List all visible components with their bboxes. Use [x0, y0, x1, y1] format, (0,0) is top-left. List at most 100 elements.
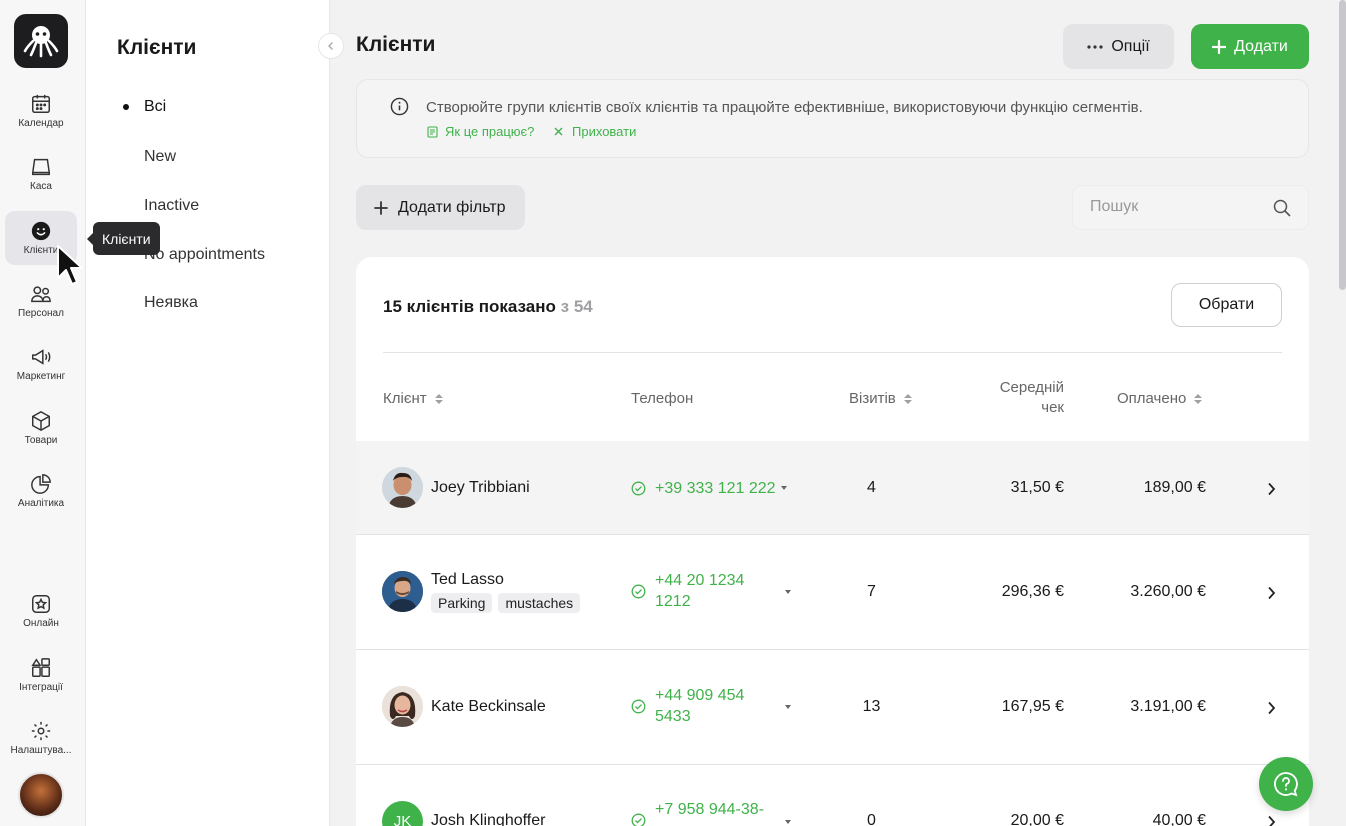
caret-down-icon[interactable]: [785, 705, 791, 709]
pie-chart-icon: [31, 474, 51, 494]
clients-count: 15 клієнтів показано з 54: [383, 297, 593, 317]
client-name[interactable]: Kate Beckinsale: [431, 698, 546, 716]
check-circle-icon: [631, 813, 646, 826]
options-label: Опції: [1111, 37, 1150, 55]
rail-item-products[interactable]: Товари: [5, 401, 77, 455]
client-phone[interactable]: +39 333 121 222: [655, 478, 776, 499]
options-button[interactable]: Опції: [1063, 24, 1174, 69]
table-row[interactable]: JK Josh Klinghoffer +7 958 944-38- 0 20,…: [356, 765, 1309, 826]
info-icon: [390, 97, 409, 116]
rail-item-analytics[interactable]: Аналітика: [5, 464, 77, 518]
main-nav-rail: Календар Каса Клієнти Персонал Маркетинг…: [0, 0, 86, 826]
add-filter-label: Додати фільтр: [398, 198, 506, 216]
count-label: 15 клієнтів показано: [383, 297, 556, 316]
paid-amount: 3.260,00 €: [1130, 583, 1206, 600]
visits-count: 0: [867, 812, 876, 826]
nav-tooltip: Клієнти: [87, 222, 160, 255]
integrations-icon: [31, 658, 50, 677]
segment-item-inactive[interactable]: Inactive: [144, 197, 199, 215]
megaphone-icon: [32, 349, 51, 365]
rail-item-marketing[interactable]: Маркетинг: [5, 337, 77, 391]
column-label: Візитів: [849, 390, 896, 407]
collapse-sidebar-button[interactable]: [318, 33, 344, 59]
column-header-paid[interactable]: Оплачено: [1117, 390, 1203, 407]
rail-item-cash[interactable]: Каса: [5, 147, 77, 201]
user-avatar[interactable]: [18, 772, 64, 818]
page-scrollbar[interactable]: [1339, 0, 1346, 290]
chevron-left-icon: [328, 42, 333, 50]
total-label: з 54: [560, 297, 593, 316]
segments-title: Клієнти: [117, 36, 197, 59]
chevron-right-icon[interactable]: [1263, 814, 1279, 826]
search-input[interactable]: [1090, 198, 1270, 216]
how-it-works-link[interactable]: Як це працює?: [427, 124, 534, 139]
rail-label: Маркетинг: [16, 371, 66, 382]
search-icon[interactable]: [1273, 199, 1291, 217]
rail-item-settings[interactable]: Налаштува...: [5, 711, 77, 765]
column-header-client[interactable]: Клієнт: [383, 390, 443, 407]
plus-icon: [374, 200, 388, 215]
gear-icon: [31, 721, 51, 741]
client-phone[interactable]: +7 958 944-38-: [655, 799, 764, 820]
paid-amount: 189,00 €: [1143, 479, 1206, 496]
more-dots-icon: [1087, 44, 1103, 49]
search-box: [1072, 185, 1309, 230]
paid-amount: 40,00 €: [1152, 812, 1206, 826]
select-button[interactable]: Обрати: [1171, 283, 1282, 327]
page-title: Клієнти: [356, 33, 436, 56]
avg-check: 31,50 €: [1010, 479, 1064, 496]
client-avatar: [382, 686, 423, 727]
selected-dot: [123, 104, 129, 110]
table-row[interactable]: Ted Lasso Parking mustaches +44 20 1234 1…: [356, 535, 1309, 649]
rail-label: Аналітика: [17, 498, 65, 509]
help-button[interactable]: [1259, 757, 1313, 811]
client-name[interactable]: Josh Klinghoffer: [431, 812, 545, 826]
caret-down-icon[interactable]: [781, 486, 787, 490]
avg-check: 296,36 €: [1001, 583, 1064, 600]
phone-line: 1212: [655, 593, 691, 610]
caret-down-icon[interactable]: [785, 820, 791, 824]
avatar-photo: [382, 571, 423, 612]
smile-icon: [31, 221, 51, 241]
calendar-icon: [32, 94, 50, 113]
client-tag: mustaches: [498, 593, 581, 613]
rail-item-online[interactable]: Онлайн: [5, 584, 77, 638]
chevron-right-icon[interactable]: [1263, 481, 1279, 497]
column-label: Клієнт: [383, 390, 427, 407]
avg-check: 167,95 €: [1001, 698, 1064, 715]
check-circle-icon: [631, 481, 646, 496]
column-label-line1: Середній: [999, 379, 1064, 396]
phone-line: +44 20 1234: [655, 572, 745, 589]
column-header-visits[interactable]: Візитів: [849, 390, 912, 407]
hide-banner-link[interactable]: Приховати: [554, 124, 636, 139]
phone-line: +44 909 454: [655, 687, 745, 704]
segment-item-all[interactable]: Всі: [144, 98, 166, 116]
document-icon: [427, 125, 438, 138]
segment-item-no-show[interactable]: Неявка: [144, 294, 198, 312]
table-row[interactable]: Kate Beckinsale +44 909 454 5433 13 167,…: [356, 650, 1309, 764]
client-phone[interactable]: +44 20 1234 1212: [655, 570, 744, 612]
add-button[interactable]: Додати: [1191, 24, 1309, 69]
staff-icon: [31, 286, 51, 303]
divider: [383, 352, 1282, 353]
rail-item-calendar[interactable]: Календар: [5, 84, 77, 138]
table-row[interactable]: Joey Tribbiani +39 333 121 222 4 31,50 €…: [356, 441, 1309, 534]
add-label: Додати: [1234, 37, 1288, 55]
segment-item-new[interactable]: New: [144, 148, 176, 166]
chevron-right-icon[interactable]: [1263, 585, 1279, 601]
visits-count: 13: [862, 698, 881, 715]
add-filter-button[interactable]: Додати фільтр: [356, 185, 525, 230]
online-star-icon: [32, 595, 50, 613]
avatar-photo: [382, 467, 423, 508]
caret-down-icon[interactable]: [785, 590, 791, 594]
chevron-right-icon[interactable]: [1263, 700, 1279, 716]
octopus-logo[interactable]: [14, 14, 68, 68]
rail-item-integrations[interactable]: Інтеграції: [5, 648, 77, 702]
clients-table-card: 15 клієнтів показано з 54 Обрати Клієнт …: [356, 257, 1309, 826]
segment-item-no-appointments[interactable]: No appointments: [144, 246, 265, 264]
client-name[interactable]: Joey Tribbiani: [431, 479, 530, 497]
client-name[interactable]: Ted Lasso: [431, 571, 504, 589]
sort-icon: [434, 393, 443, 404]
column-label: Оплачено: [1117, 390, 1187, 407]
client-phone[interactable]: +44 909 454 5433: [655, 685, 744, 727]
